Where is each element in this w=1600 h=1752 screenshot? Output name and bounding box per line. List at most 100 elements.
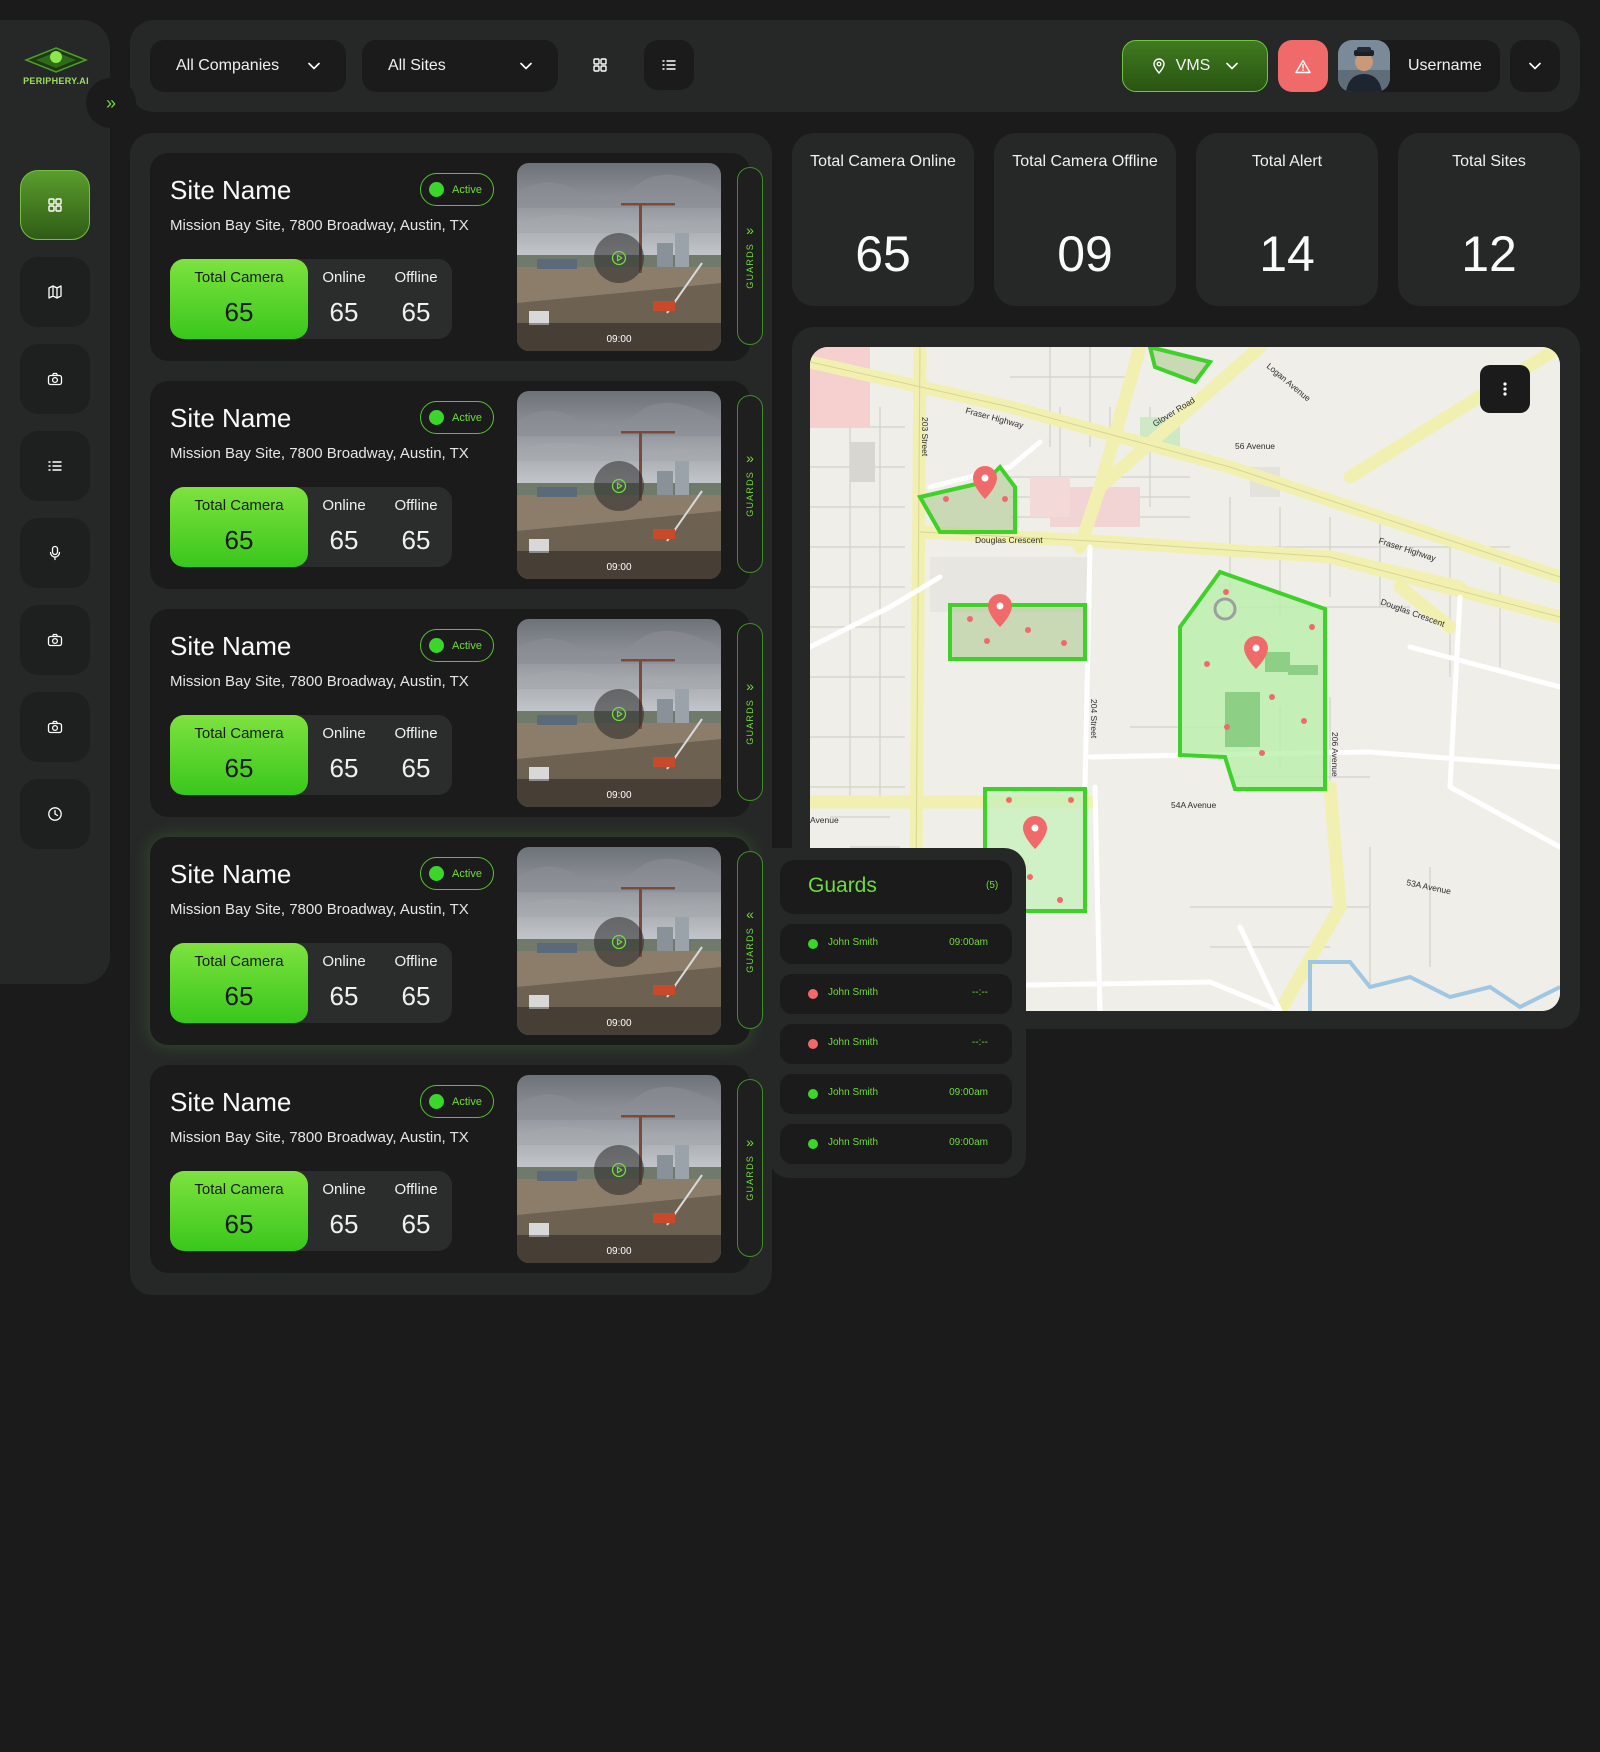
- guard-row[interactable]: John Smith 09:00am: [780, 1074, 1012, 1114]
- nav-cameras[interactable]: [20, 344, 90, 414]
- guards-toggle[interactable]: « GUARDS: [737, 851, 763, 1029]
- offline-label: Offline: [394, 269, 438, 286]
- status-dot: [429, 182, 444, 197]
- list-view-button[interactable]: [644, 40, 694, 90]
- offline-stat: Offline 65: [380, 487, 452, 567]
- list-icon: [48, 461, 62, 471]
- guard-name: John Smith: [828, 987, 879, 998]
- camera-thumbnail[interactable]: 09:00: [517, 847, 721, 1035]
- guard-row[interactable]: John Smith 09:00am: [780, 1124, 1012, 1164]
- site-name: Site Name: [170, 175, 292, 205]
- nav-history[interactable]: [20, 779, 90, 849]
- map-label-206-avenue: 206 Avenue: [1330, 732, 1340, 777]
- nav-map[interactable]: [20, 257, 90, 327]
- offline-value: 65: [401, 981, 431, 1011]
- camera-thumbnail[interactable]: 09:00: [517, 1075, 721, 1263]
- nav-list[interactable]: [20, 431, 90, 501]
- play-button[interactable]: [594, 917, 644, 967]
- user-menu-dropdown[interactable]: [1510, 40, 1560, 92]
- site-card[interactable]: Site Name Active Mission Bay Site, 7800 Br…: [150, 609, 763, 817]
- list-view-icon: [662, 60, 676, 70]
- guards-tab-label: GUARDS: [745, 471, 755, 517]
- guards-toggle[interactable]: » GUARDS: [737, 395, 763, 573]
- kpi-label: Total Sites: [1452, 153, 1526, 170]
- offline-stat: Offline 65: [380, 715, 452, 795]
- chevron-down-icon: [1226, 62, 1239, 70]
- chevron-icon: «: [746, 906, 754, 923]
- nav-camera-2[interactable]: [20, 605, 90, 675]
- alert-button[interactable]: [1278, 40, 1328, 92]
- company-select[interactable]: All Companies: [150, 40, 346, 92]
- brand-logo[interactable]: PERIPHERY.AI: [22, 46, 90, 86]
- site-card[interactable]: Site Name Active Mission Bay Site, 7800 Br…: [150, 381, 763, 589]
- kpi-camera-offline: Total Camera Offline 09: [994, 133, 1176, 306]
- play-icon: [611, 1162, 627, 1178]
- play-button[interactable]: [594, 461, 644, 511]
- site-select[interactable]: All Sites: [362, 40, 558, 92]
- online-stat: Online 65: [308, 943, 380, 1023]
- play-icon: [611, 706, 627, 722]
- site-name: Site Name: [170, 403, 292, 433]
- total-camera-value: 65: [224, 525, 254, 555]
- total-camera-value: 65: [224, 753, 254, 783]
- online-label: Online: [322, 497, 366, 514]
- status-badge: Active: [420, 173, 494, 206]
- total-camera-label: Total Camera: [194, 1181, 284, 1198]
- camera-icon: [47, 372, 63, 386]
- total-camera-label: Total Camera: [194, 269, 284, 286]
- status-badge: Active: [420, 857, 494, 890]
- chevron-icon: »: [746, 678, 754, 695]
- status-dot: [429, 1094, 444, 1109]
- guards-toggle[interactable]: » GUARDS: [737, 623, 763, 801]
- camera-thumbnail[interactable]: 09:00: [517, 391, 721, 579]
- grid-view-button[interactable]: [575, 40, 625, 90]
- vms-dropdown[interactable]: VMS: [1122, 40, 1268, 92]
- nav-camera-3[interactable]: [20, 692, 90, 762]
- guard-row[interactable]: John Smith 09:00am: [780, 924, 1012, 964]
- camera-timestamp: 09:00: [606, 790, 632, 801]
- nav-audio[interactable]: [20, 518, 90, 588]
- guard-name: John Smith: [828, 1087, 879, 1098]
- sidebar-expand-button[interactable]: »: [86, 78, 136, 128]
- offline-value: 65: [401, 753, 431, 783]
- online-stat: Online 65: [308, 487, 380, 567]
- nav-dashboard[interactable]: [20, 170, 90, 240]
- total-camera-stat: Total Camera 65: [170, 1171, 308, 1251]
- map-label-56-avenue: 56 Avenue: [1235, 441, 1275, 451]
- guard-time: 09:00am: [949, 1137, 988, 1148]
- play-button[interactable]: [594, 233, 644, 283]
- guard-row[interactable]: John Smith --:--: [780, 974, 1012, 1014]
- online-stat: Online 65: [308, 259, 380, 339]
- status-badge: Active: [420, 401, 494, 434]
- sidebar: PERIPHERY.AI: [0, 20, 110, 984]
- camera-thumbnail[interactable]: 09:00: [517, 163, 721, 351]
- play-button[interactable]: [594, 689, 644, 739]
- guard-status-dot: [808, 1089, 818, 1099]
- avatar: [1338, 40, 1390, 92]
- map-label-douglas-crescent: Douglas Crescent: [975, 535, 1043, 545]
- guards-toggle[interactable]: » GUARDS: [737, 167, 763, 345]
- total-camera-stat: Total Camera 65: [170, 259, 308, 339]
- kpi-total-sites: Total Sites 12: [1398, 133, 1580, 306]
- map-options-button[interactable]: [1480, 365, 1530, 413]
- dashboard-grid-icon: [48, 198, 62, 212]
- kpi-label: Total Alert: [1251, 153, 1323, 170]
- total-camera-value: 65: [224, 297, 254, 327]
- total-camera-stat: Total Camera 65: [170, 715, 308, 795]
- guard-row[interactable]: John Smith --:--: [780, 1024, 1012, 1064]
- status-label: Active: [452, 183, 482, 196]
- site-card[interactable]: Site Name Active Mission Bay Site, 7800 Br…: [150, 153, 763, 361]
- map-label-54a-avenue: 54A Avenue: [1171, 800, 1216, 810]
- site-name: Site Name: [170, 1087, 292, 1117]
- site-card[interactable]: Site Name Active Mission Bay Site, 7800 Br…: [150, 837, 763, 1045]
- site-select-value: All Sites: [388, 57, 446, 74]
- play-button[interactable]: [594, 1145, 644, 1195]
- user-menu[interactable]: Username: [1338, 40, 1500, 92]
- site-card[interactable]: Site Name Active Mission Bay Site, 7800 Br…: [150, 1065, 763, 1273]
- site-address: Mission Bay Site, 7800 Broadway, Austin,…: [170, 901, 469, 918]
- camera-stats: Total Camera 65 Online 65 Offline 65: [170, 943, 452, 1023]
- online-label: Online: [322, 953, 366, 970]
- vms-label: VMS: [1175, 57, 1211, 74]
- guards-toggle[interactable]: » GUARDS: [737, 1079, 763, 1257]
- camera-thumbnail[interactable]: 09:00: [517, 619, 721, 807]
